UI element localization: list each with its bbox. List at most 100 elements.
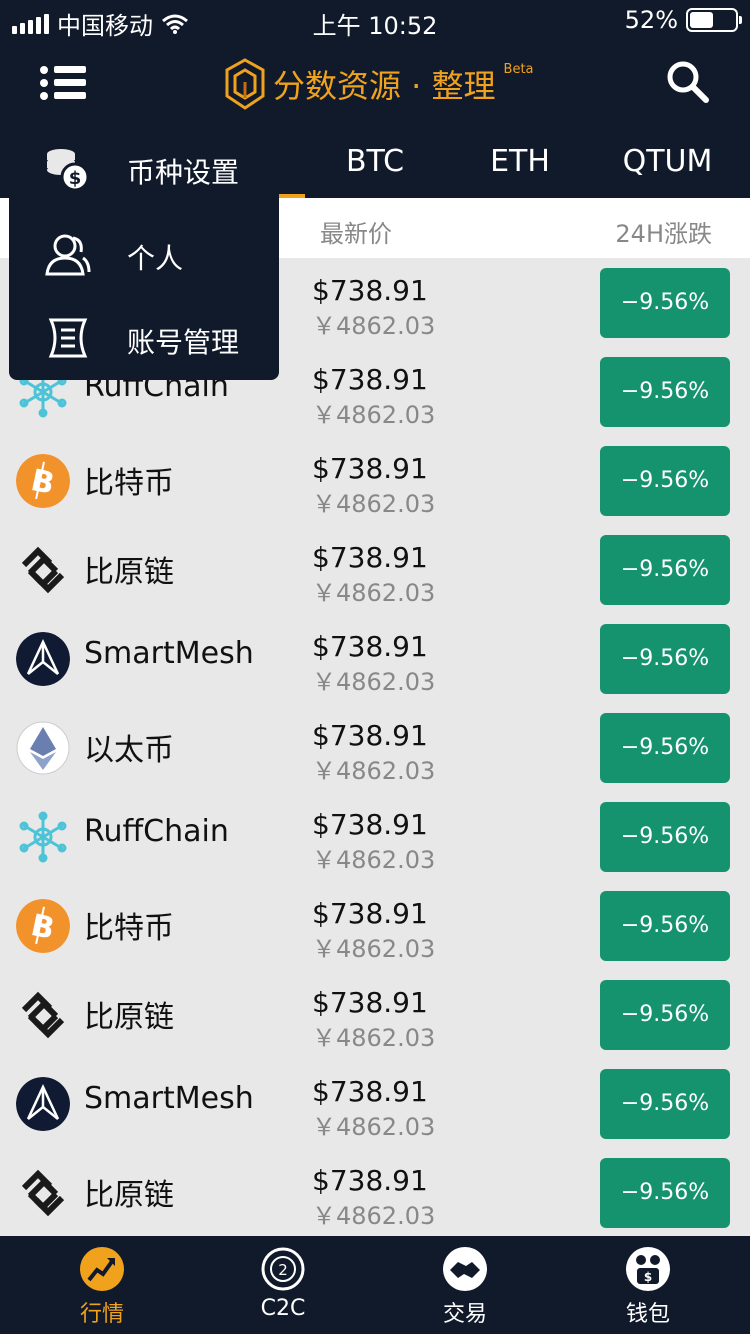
coin-list: $738.91 ￥4862.03 −9.56% RuffChain $738.9… bbox=[0, 258, 750, 1237]
bytom-icon bbox=[21, 1169, 65, 1217]
status-bar: 中国移动 上午 10:52 52% bbox=[0, 0, 750, 40]
price-cny: ￥4862.03 bbox=[312, 401, 436, 429]
nav-market[interactable]: 行情 bbox=[47, 1246, 157, 1334]
bytom-icon bbox=[21, 991, 65, 1039]
tab-btc[interactable]: BTC bbox=[305, 130, 445, 198]
coin-name: 以太币 bbox=[84, 733, 174, 768]
coin-name: 比原链 bbox=[84, 555, 174, 590]
menu-item-personal[interactable]: 个人 bbox=[9, 210, 279, 296]
menu-item-label: 个人 bbox=[127, 242, 184, 275]
price-usd: $738.91 bbox=[312, 1164, 428, 1197]
nav-wallet[interactable]: $ 钱包 bbox=[593, 1246, 703, 1334]
change-badge[interactable]: −9.56% bbox=[600, 891, 730, 961]
brand: 分数资源 · 整理 Beta bbox=[225, 58, 534, 110]
menu-item-label: 账号管理 bbox=[127, 326, 240, 359]
tab-qtum[interactable]: QTUM bbox=[595, 130, 740, 198]
menu-item-account[interactable]: 账号管理 bbox=[9, 294, 279, 380]
list-item[interactable]: 比原链 $738.91 ￥4862.03 −9.56% bbox=[0, 970, 750, 1059]
c2c-icon: 2 bbox=[261, 1247, 305, 1291]
nav-c2c[interactable]: 2 C2C bbox=[228, 1246, 338, 1334]
svg-text:2: 2 bbox=[278, 1261, 288, 1279]
coin-name: 比特币 bbox=[84, 911, 174, 946]
user-icon bbox=[45, 234, 91, 276]
price-usd: $738.91 bbox=[312, 630, 428, 663]
nav-label: 交易 bbox=[442, 1302, 487, 1327]
price-usd: $738.91 bbox=[312, 808, 428, 841]
list-item[interactable]: RuffChain $738.91 ￥4862.03 −9.56% bbox=[0, 792, 750, 881]
nav-label: 行情 bbox=[79, 1302, 124, 1327]
bitcoin-icon: B bbox=[16, 899, 70, 953]
battery-icon bbox=[686, 8, 742, 32]
trade-icon bbox=[443, 1247, 487, 1291]
logo-icon bbox=[225, 58, 265, 110]
list-item[interactable]: B 比特币 $738.91 ￥4862.03 −9.56% bbox=[0, 436, 750, 525]
nav-label: C2C bbox=[260, 1296, 306, 1321]
brand-title: 分数资源 · 整理 bbox=[273, 67, 496, 105]
list-item[interactable]: 比原链 $738.91 ￥4862.03 −9.56% bbox=[0, 1148, 750, 1237]
price-usd: $738.91 bbox=[312, 986, 428, 1019]
coin-name: 比原链 bbox=[84, 1178, 174, 1213]
price-usd: $738.91 bbox=[312, 541, 428, 574]
coin-name: SmartMesh bbox=[84, 636, 254, 671]
smartmesh-icon bbox=[16, 1077, 70, 1131]
app-header: 分数资源 · 整理 Beta bbox=[0, 40, 750, 130]
search-icon[interactable] bbox=[664, 58, 710, 104]
wallet-icon: $ bbox=[626, 1247, 670, 1291]
list-item[interactable]: B 比特币 $738.91 ￥4862.03 −9.56% bbox=[0, 881, 750, 970]
price-cny: ￥4862.03 bbox=[312, 312, 436, 340]
change-badge[interactable]: −9.56% bbox=[600, 980, 730, 1050]
change-badge[interactable]: −9.56% bbox=[600, 268, 730, 338]
price-column-header[interactable]: 最新价 bbox=[320, 214, 392, 249]
change-badge[interactable]: −9.56% bbox=[600, 357, 730, 427]
list-item[interactable]: SmartMesh $738.91 ￥4862.03 −9.56% bbox=[0, 614, 750, 703]
change-column-header[interactable]: 24H涨跌 bbox=[615, 214, 712, 249]
nav-label: 钱包 bbox=[625, 1302, 670, 1327]
change-badge[interactable]: −9.56% bbox=[600, 802, 730, 872]
change-badge[interactable]: −9.56% bbox=[600, 1158, 730, 1228]
coin-name: RuffChain bbox=[84, 814, 229, 849]
price-cny: ￥4862.03 bbox=[312, 935, 436, 963]
bottom-nav: 行情 2 C2C 交易 $ 钱包 bbox=[0, 1236, 750, 1334]
price-cny: ￥4862.03 bbox=[312, 490, 436, 518]
price-cny: ￥4862.03 bbox=[312, 1113, 436, 1141]
coin-name: SmartMesh bbox=[84, 1081, 254, 1116]
svg-text:$: $ bbox=[644, 1270, 652, 1284]
smartmesh-icon bbox=[16, 632, 70, 686]
coins-icon: $ bbox=[47, 149, 90, 192]
price-usd: $738.91 bbox=[312, 274, 428, 307]
nav-trade[interactable]: 交易 bbox=[410, 1246, 520, 1334]
beta-badge: Beta bbox=[503, 62, 534, 77]
dropdown-menu: $ 币种设置 个人 账号管理 bbox=[9, 122, 279, 380]
menu-item-coin-settings[interactable]: $ 币种设置 bbox=[9, 124, 279, 210]
change-badge[interactable]: −9.56% bbox=[600, 1069, 730, 1139]
battery-percent: 52% bbox=[624, 6, 678, 34]
menu-item-label: 币种设置 bbox=[127, 156, 240, 189]
change-badge[interactable]: −9.56% bbox=[600, 624, 730, 694]
price-usd: $738.91 bbox=[312, 452, 428, 485]
coin-name: 比特币 bbox=[84, 466, 174, 501]
tab-eth[interactable]: ETH bbox=[450, 130, 590, 198]
price-cny: ￥4862.03 bbox=[312, 1202, 436, 1230]
price-cny: ￥4862.03 bbox=[312, 757, 436, 785]
bitcoin-icon: B bbox=[16, 454, 70, 508]
price-cny: ￥4862.03 bbox=[312, 579, 436, 607]
list-item[interactable]: 比原链 $738.91 ￥4862.03 −9.56% bbox=[0, 525, 750, 614]
status-right: 52% bbox=[624, 6, 742, 34]
ruffchain-icon bbox=[19, 811, 67, 863]
svg-text:$: $ bbox=[69, 168, 82, 189]
change-badge[interactable]: −9.56% bbox=[600, 713, 730, 783]
list-item[interactable]: 以太币 $738.91 ￥4862.03 −9.56% bbox=[0, 703, 750, 792]
list-item[interactable]: SmartMesh $738.91 ￥4862.03 −9.56% bbox=[0, 1059, 750, 1148]
ethereum-icon bbox=[16, 721, 70, 775]
market-icon bbox=[80, 1247, 124, 1291]
coin-name: 比原链 bbox=[84, 1000, 174, 1035]
change-badge[interactable]: −9.56% bbox=[600, 446, 730, 516]
price-usd: $738.91 bbox=[312, 363, 428, 396]
price-cny: ￥4862.03 bbox=[312, 846, 436, 874]
price-usd: $738.91 bbox=[312, 719, 428, 752]
change-badge[interactable]: −9.56% bbox=[600, 535, 730, 605]
price-usd: $738.91 bbox=[312, 1075, 428, 1108]
menu-button[interactable] bbox=[40, 64, 86, 100]
bytom-icon bbox=[21, 546, 65, 594]
scroll-icon bbox=[48, 318, 88, 358]
